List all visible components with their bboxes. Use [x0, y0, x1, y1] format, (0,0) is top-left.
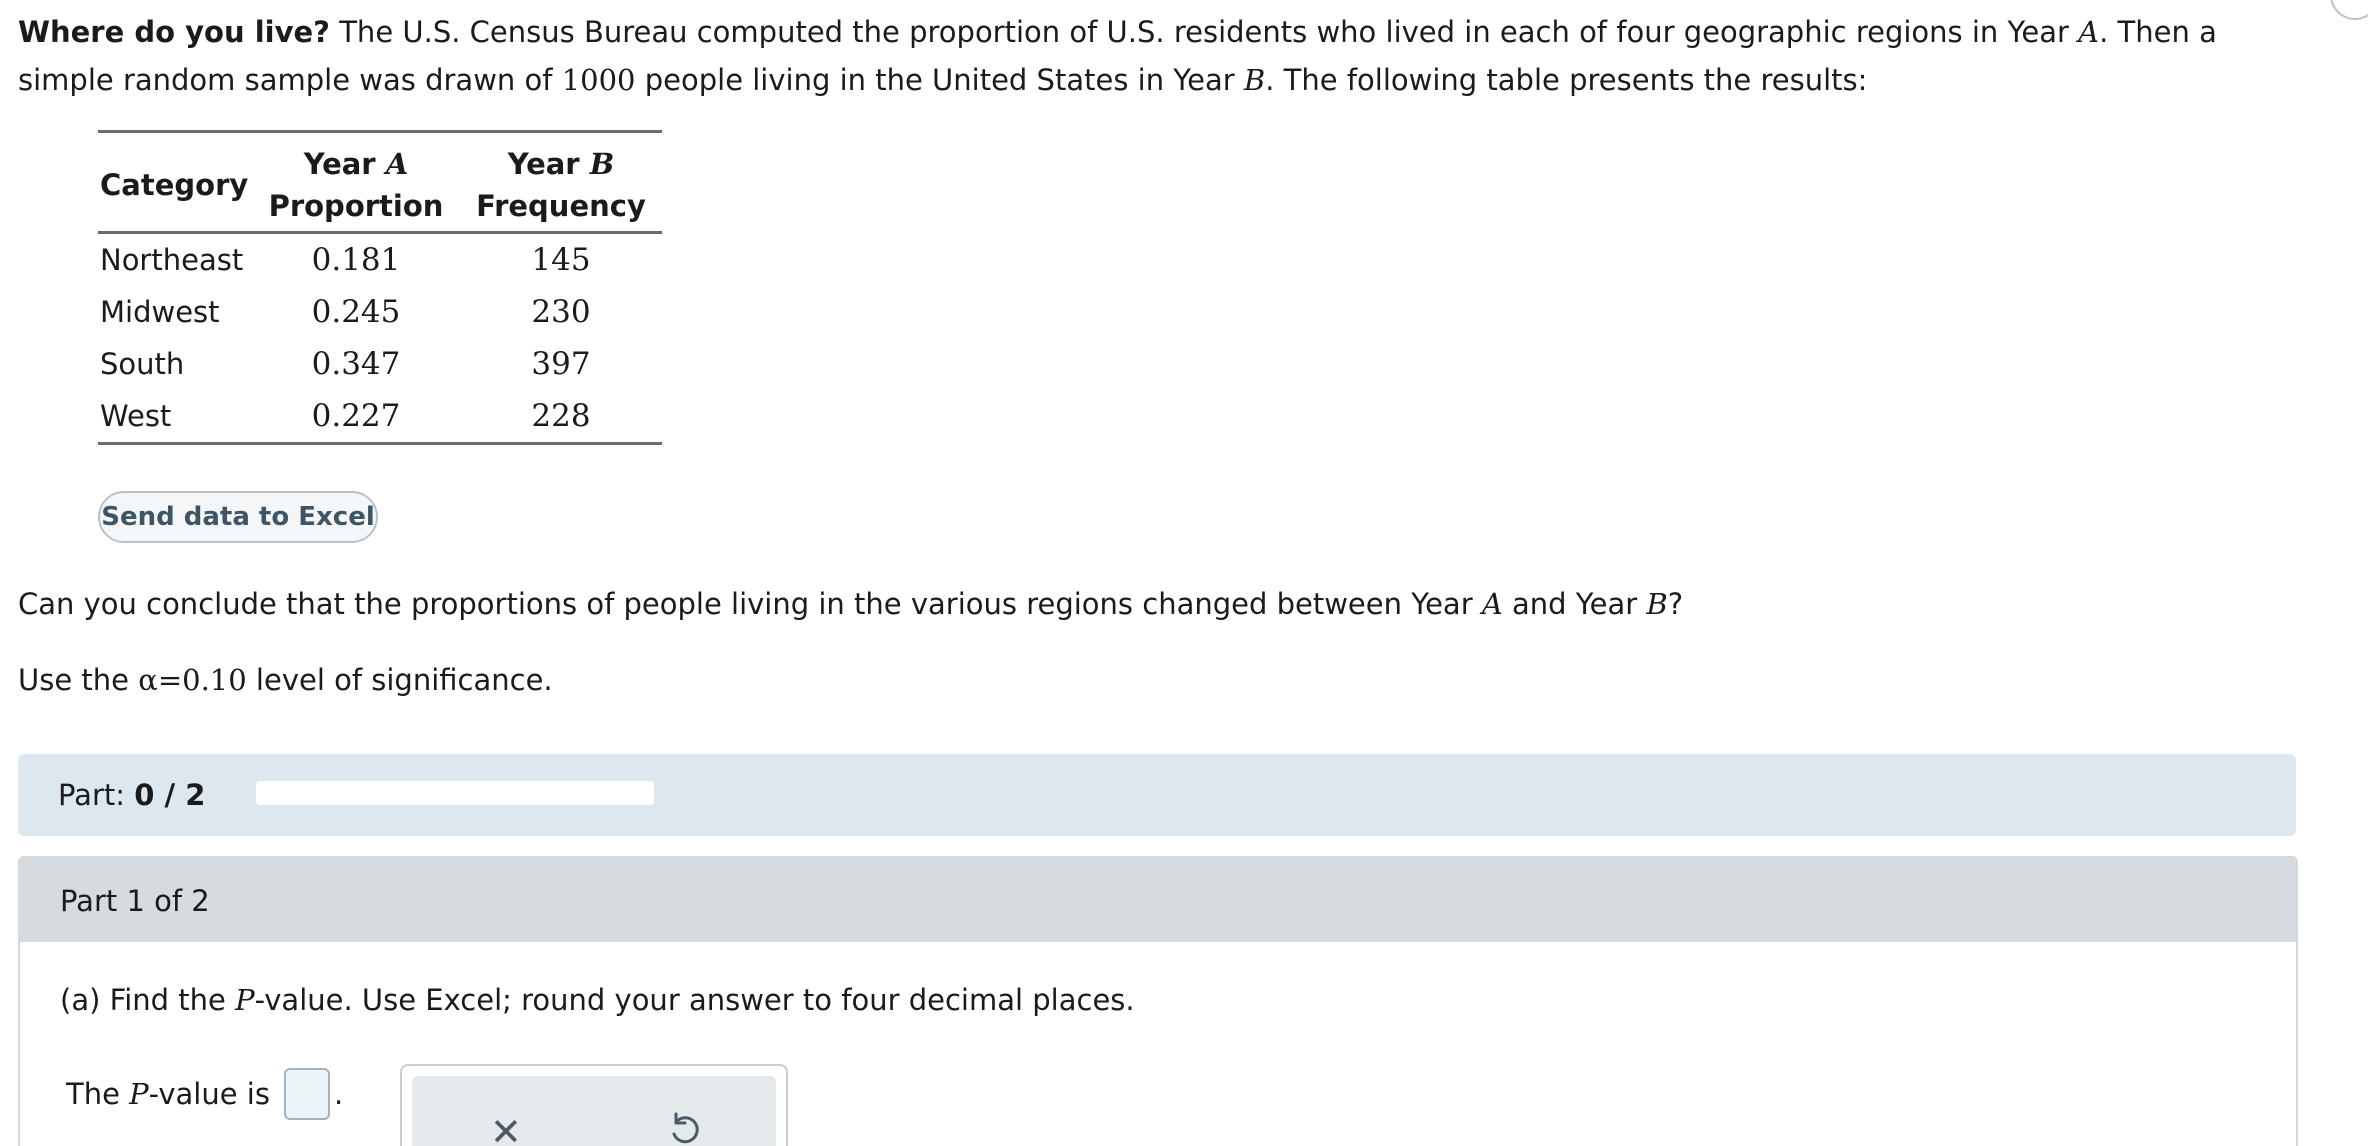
sample-size: 1000 — [561, 63, 636, 97]
significance-part: Use the — [18, 663, 139, 697]
significance-text: Use the α=0.10 level of significance. — [18, 656, 553, 704]
question-text: Can you conclude that the proportions of… — [18, 580, 1683, 628]
problem-intro: Where do you live? The U.S. Census Burea… — [18, 8, 2318, 104]
progress-track — [256, 781, 654, 805]
answer-tool-panel: ✕ — [400, 1064, 788, 1146]
p-value-answer-line: The P -value is . — [66, 1068, 343, 1120]
send-to-excel-button[interactable]: Send data to Excel — [98, 491, 378, 543]
cell-proportion: 0.347 — [311, 346, 401, 382]
var-b: B — [1243, 63, 1266, 97]
cell-proportion: 0.227 — [311, 398, 401, 434]
alpha-symbol: α — [138, 663, 158, 697]
part-a-question: (a) Find the P-value. Use Excel; round y… — [60, 976, 1135, 1024]
equals-sign: = — [157, 663, 183, 697]
question-part: and Year — [1502, 587, 1647, 621]
table-header-row: Category Year A Proportion Year B Freque… — [98, 131, 662, 233]
part-progress-label: Part: 0 / 2 — [58, 774, 205, 816]
header-year-b: Year B Frequency — [460, 132, 662, 233]
header-year-a: Year A Proportion — [252, 132, 460, 233]
cell-frequency: 145 — [531, 242, 591, 278]
header-year-word: Year — [507, 147, 580, 181]
intro-text: The U.S. Census Bureau computed the prop… — [330, 15, 2079, 49]
cell-category: West — [100, 399, 172, 433]
help-circle-icon[interactable] — [2330, 0, 2368, 20]
p-value-input[interactable] — [283, 1068, 330, 1120]
answer-prefix: The — [66, 1077, 120, 1111]
cell-category: South — [100, 347, 185, 381]
p-var: P — [235, 983, 255, 1017]
var-a: A — [1481, 587, 1503, 621]
var-b: B — [1646, 587, 1668, 621]
part-header-title: Part 1 of 2 — [60, 884, 210, 918]
cell-frequency: 397 — [531, 346, 591, 382]
header-var-b: B — [589, 147, 615, 181]
cell-proportion: 0.181 — [311, 242, 401, 278]
undo-icon[interactable] — [664, 1110, 704, 1146]
cell-frequency: 230 — [531, 294, 591, 330]
table-row: Northeast 0.181 145 — [98, 233, 662, 287]
question-part: Can you conclude that the proportions of… — [18, 587, 1482, 621]
part-1-section: Part 1 of 2 (a) Find the P-value. Use Ex… — [18, 856, 2298, 1146]
header-category: Category — [100, 168, 249, 202]
part-progress-bar: Part: 0 / 2 — [18, 754, 2296, 836]
part-header: Part 1 of 2 — [20, 858, 2296, 942]
header-proportion: Proportion — [268, 189, 444, 223]
var-a: A — [2078, 15, 2100, 49]
alpha-value: 0.10 — [182, 663, 247, 697]
table-row: Midwest 0.245 230 — [98, 286, 662, 338]
part-a-suffix: -value. Use Excel; round your answer to … — [254, 983, 1135, 1017]
intro-bold-lead: Where do you live? — [18, 15, 330, 49]
part-progress-count: 0 / 2 — [134, 778, 206, 812]
answer-period: . — [333, 1077, 344, 1111]
intro-text: people living in the United States in Ye… — [635, 63, 1244, 97]
header-year-word: Year — [303, 147, 376, 181]
p-var: P — [129, 1077, 149, 1111]
data-table: Category Year A Proportion Year B Freque… — [98, 130, 662, 445]
cell-frequency: 228 — [531, 398, 591, 434]
table-row: South 0.347 397 — [98, 338, 662, 390]
answer-tool-bar: ✕ — [412, 1076, 776, 1146]
close-icon[interactable]: ✕ — [490, 1112, 522, 1146]
intro-text: . The following table presents the resul… — [1265, 63, 1868, 97]
cell-category: Midwest — [100, 295, 220, 329]
page: Where do you live? The U.S. Census Burea… — [0, 0, 2368, 1146]
table-row: West 0.227 228 — [98, 390, 662, 444]
part-a-prefix: (a) Find the — [60, 983, 236, 1017]
part-label-text: Part: — [58, 778, 135, 812]
cell-proportion: 0.245 — [311, 294, 401, 330]
question-part: ? — [1667, 587, 1684, 621]
header-frequency: Frequency — [476, 189, 646, 223]
significance-part: level of significance. — [246, 663, 553, 697]
header-var-a: A — [385, 147, 409, 181]
cell-category: Northeast — [100, 243, 244, 277]
answer-suffix: -value is — [148, 1077, 270, 1111]
